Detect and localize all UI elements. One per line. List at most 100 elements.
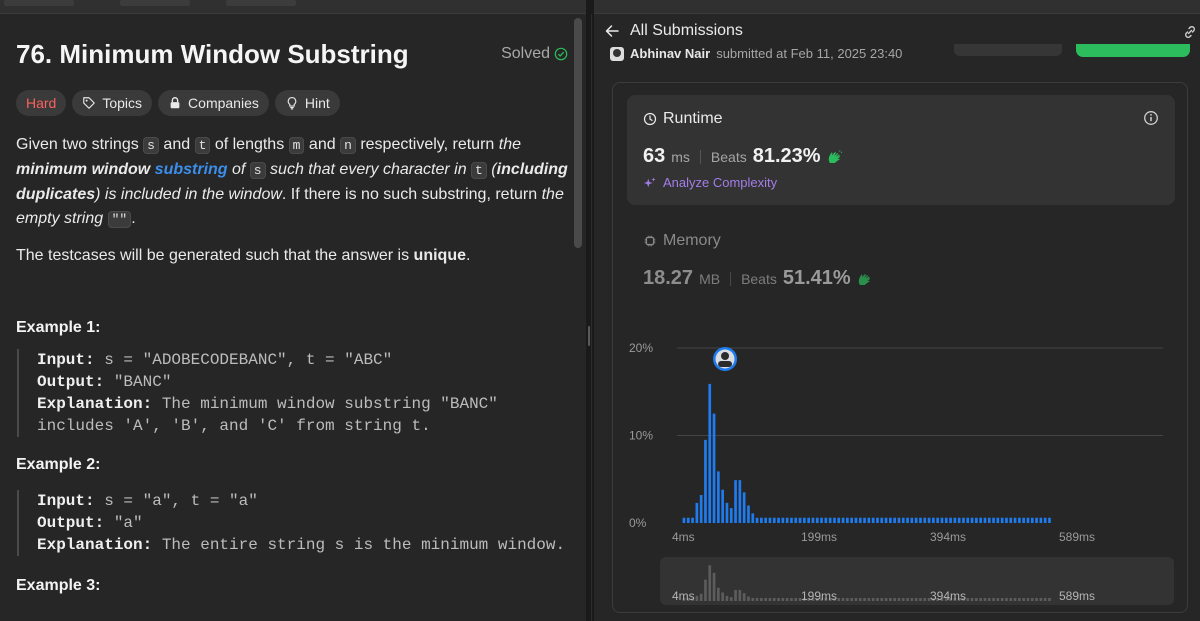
histogram-bar[interactable] [932,517,935,523]
histogram-bar[interactable] [884,517,888,523]
histogram-bar[interactable] [1039,517,1043,523]
tab-ghost[interactable] [120,0,190,6]
histogram-bar[interactable] [962,517,965,523]
histogram-bar[interactable] [811,517,815,523]
author-name[interactable]: Abhinav Nair [630,46,710,61]
histogram-bar[interactable] [682,517,686,523]
histogram-bar[interactable] [820,517,823,523]
hint-tag[interactable]: Hint [274,90,340,116]
avatar[interactable] [610,46,624,61]
histogram-bar[interactable] [970,517,974,523]
histogram-bar[interactable] [742,492,746,523]
histogram-bar[interactable] [910,517,914,523]
histogram-bar[interactable] [837,517,841,523]
histogram-bar[interactable] [850,517,853,523]
histogram-bar[interactable] [747,505,750,524]
histogram-bar[interactable] [1030,517,1034,523]
histogram-bar[interactable] [979,517,982,523]
histogram-bar[interactable] [949,517,952,523]
histogram-bar[interactable] [1026,517,1030,523]
histogram-bar[interactable] [824,517,828,523]
resizer-grip[interactable] [588,326,590,346]
histogram-bar[interactable] [721,489,724,523]
histogram-bar[interactable] [828,517,832,523]
histogram-bar[interactable] [893,517,896,523]
histogram-bar[interactable] [712,413,716,523]
histogram-bar[interactable] [975,517,978,523]
histogram-bar[interactable] [923,517,927,523]
histogram-bar[interactable] [1048,517,1051,523]
histogram-bar[interactable] [1043,517,1047,523]
scrollbar-thumb[interactable] [574,18,582,248]
histogram-bar[interactable] [1009,517,1013,523]
histogram-bar[interactable] [919,517,922,523]
left-scrollbar[interactable] [572,14,584,621]
histogram-bar[interactable] [871,517,875,523]
histogram-bar[interactable] [863,517,866,523]
histogram-bar[interactable] [815,517,819,523]
histogram-bar[interactable] [760,517,763,523]
histogram-bar[interactable] [803,517,806,523]
solution-button[interactable] [1076,44,1190,57]
histogram-bar[interactable] [1013,517,1017,523]
histogram-bar[interactable] [781,517,785,523]
histogram-bar[interactable] [867,517,871,523]
histogram-bar[interactable] [833,517,836,523]
histogram-bar[interactable] [1018,517,1021,523]
histogram-bar[interactable] [717,471,720,523]
pane-resizer[interactable] [586,0,594,621]
histogram-bar[interactable] [768,517,772,523]
histogram-bar[interactable] [704,439,707,523]
histogram-bar[interactable] [755,517,759,523]
histogram-bar[interactable] [1005,517,1008,523]
histogram-bar[interactable] [751,513,755,523]
histogram-bar[interactable] [936,517,939,523]
companies-tag[interactable]: Companies [158,90,269,116]
histogram-bar[interactable] [940,517,944,523]
histogram-bar[interactable] [846,517,849,523]
histogram-bar[interactable] [790,517,793,523]
histogram-bar[interactable] [901,517,905,523]
histogram-bar[interactable] [953,517,957,523]
histogram-bar[interactable] [708,383,712,523]
histogram-bar[interactable] [876,517,879,523]
histogram-bar[interactable] [914,517,918,523]
histogram-bar[interactable] [987,517,991,523]
histogram-bar[interactable] [798,517,802,523]
histogram-bar[interactable] [738,480,742,523]
histogram-bar[interactable] [854,517,858,523]
histogram-bar[interactable] [858,517,862,523]
topics-tag[interactable]: Topics [72,90,153,116]
histogram-bar[interactable] [1035,517,1038,523]
histogram-bar[interactable] [1000,517,1004,523]
tab-ghost[interactable] [4,0,74,6]
histogram-bar[interactable] [807,517,810,523]
all-submissions-link[interactable]: All Submissions [604,22,743,40]
histogram-bar[interactable] [841,517,845,523]
editorial-button[interactable] [954,44,1062,56]
histogram-bar[interactable] [729,508,733,523]
histogram-bar[interactable] [897,517,901,523]
histogram-bar[interactable] [725,502,729,523]
histogram-bar[interactable] [944,517,948,523]
tab-ghost[interactable] [226,0,296,6]
histogram-bar[interactable] [992,517,995,523]
histogram-bar[interactable] [957,517,961,523]
histogram-bar[interactable] [927,517,931,523]
histogram-bar[interactable] [880,517,884,523]
histogram-bar[interactable] [1022,517,1025,523]
histogram-bar[interactable] [889,517,892,523]
histogram-bar[interactable] [983,517,987,523]
histogram-bar[interactable] [695,502,699,523]
histogram-bar[interactable] [906,517,909,523]
histogram-bar[interactable] [996,517,1000,523]
histogram-bar[interactable] [785,517,789,523]
histogram-bar[interactable] [772,517,776,523]
histogram-bar[interactable] [794,517,798,523]
share-link-icon[interactable] [1182,24,1198,40]
histogram-bar[interactable] [764,517,767,523]
histogram-bar[interactable] [777,517,780,523]
histogram-bar[interactable] [691,517,694,523]
substring-link[interactable]: substring [155,161,228,178]
histogram-bar[interactable] [686,517,690,523]
